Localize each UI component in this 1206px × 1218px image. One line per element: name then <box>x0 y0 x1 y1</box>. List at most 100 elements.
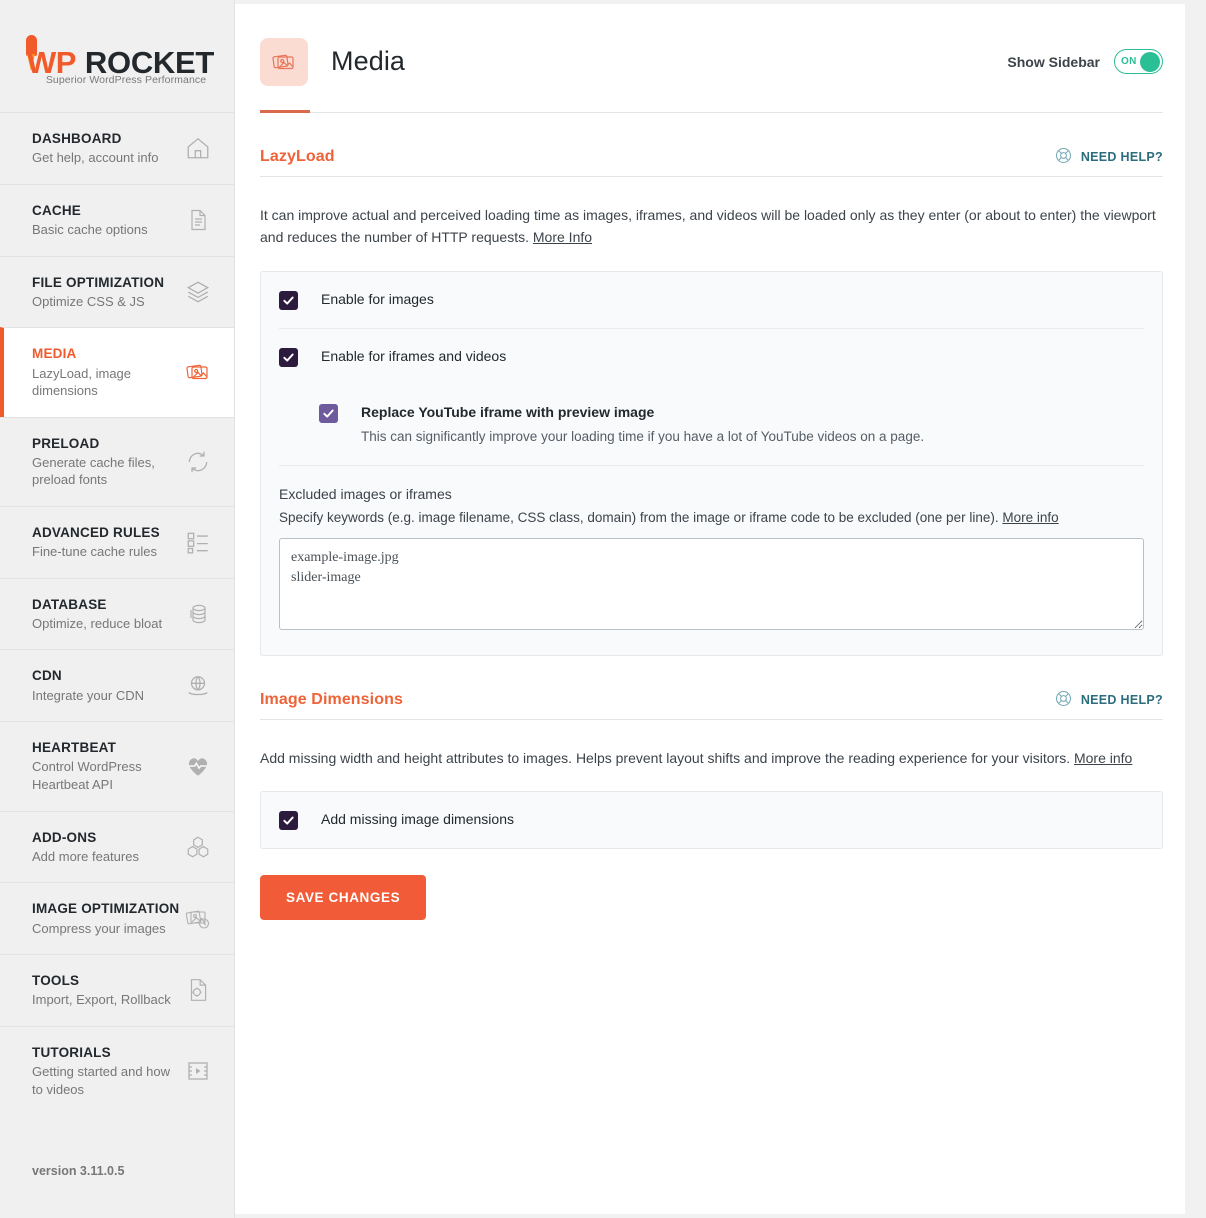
sidebar-item-sub: Basic cache options <box>32 221 148 237</box>
sidebar-item-file-optimization[interactable]: FILE OPTIMIZATION Optimize CSS & JS <box>0 255 234 328</box>
sidebar-item-sub: Fine-tune cache rules <box>32 544 158 560</box>
excluded-images-help: Specify keywords (e.g. image filename, C… <box>279 510 1144 525</box>
sidebar-item-image-optimization[interactable]: IMAGE OPTIMIZATION Compress your images <box>0 882 234 954</box>
lazyload-section-header: LazyLoad NEED HELP? <box>260 147 1163 178</box>
sidebar-item-database[interactable]: DATABASE Optimize, reduce bloat <box>0 577 234 650</box>
media-photos-icon <box>184 358 212 386</box>
sidebar-item-cache[interactable]: CACHE Basic cache options <box>0 183 234 256</box>
file-gear-icon <box>184 976 212 1004</box>
image-dimensions-section: Image Dimensions NEED HELP? Add missing … <box>260 656 1163 921</box>
checkbox-enable-for-images[interactable] <box>279 290 298 310</box>
layers-icon <box>184 278 212 306</box>
sidebar-item-dashboard[interactable]: DASHBOARD Get help, account info <box>0 112 234 184</box>
plugin-version: version 3.11.0.5 <box>32 1164 125 1178</box>
image-dimensions-options-card: Add missing image dimensions <box>260 791 1163 850</box>
cdn-globe-hand-icon <box>184 672 212 700</box>
page-header: Media Show Sidebar ON <box>260 4 1163 114</box>
video-play-icon <box>184 1057 212 1085</box>
sidebar-item-title: CACHE <box>32 202 82 218</box>
sidebar-item-title: TUTORIALS <box>32 1044 111 1060</box>
sidebar-item-sub: LazyLoad, image dimensions <box>32 365 132 399</box>
need-help-button[interactable]: NEED HELP? <box>1055 690 1163 710</box>
sidebar: WP ROCKET Superior WordPress Performance… <box>0 0 235 1218</box>
checkbox-enable-for-iframes-videos[interactable] <box>279 347 298 367</box>
document-icon <box>184 206 212 234</box>
option-enable-for-iframes-videos[interactable]: Enable for iframes and videos <box>279 327 1144 385</box>
need-help-label: NEED HELP? <box>1080 692 1163 707</box>
sidebar-item-heartbeat[interactable]: HEARTBEAT Control WordPress Heartbeat AP… <box>0 721 234 810</box>
sidebar-item-title: ADVANCED RULES <box>32 524 160 540</box>
image-dimensions-more-info-link[interactable]: More info <box>1074 750 1132 766</box>
sidebar-item-sub: Import, Export, Rollback <box>32 992 171 1008</box>
option-label: Enable for iframes and videos <box>321 347 507 364</box>
lazyload-more-info-link[interactable]: More Info <box>533 229 592 245</box>
sidebar-item-preload[interactable]: PRELOAD Generate cache files, preload fo… <box>0 416 234 506</box>
excluded-images-more-info-link[interactable]: More info <box>1002 510 1058 525</box>
option-enable-for-images[interactable]: Enable for images <box>279 272 1144 328</box>
sidebar-item-cdn[interactable]: CDN Integrate your CDN <box>0 649 234 721</box>
sidebar-item-title: DASHBOARD <box>32 131 122 146</box>
lazyload-description-text: It can improve actual and perceived load… <box>260 207 1156 245</box>
brand-logo: WP ROCKET Superior WordPress Performance <box>0 0 234 112</box>
excluded-images-label: Excluded images or iframes <box>279 485 452 502</box>
sidebar-item-media[interactable]: MEDIA LazyLoad, image dimensions <box>0 327 234 417</box>
section-title: Image Dimensions <box>260 690 403 708</box>
save-changes-button[interactable]: SAVE CHANGES <box>260 875 427 921</box>
lifebuoy-icon <box>1055 690 1072 710</box>
sidebar-item-sub: Compress your images <box>32 920 166 936</box>
option-label: Enable for images <box>321 290 434 307</box>
section-title: LazyLoad <box>260 148 335 166</box>
lazyload-options-card: Enable for images Enable for iframes and… <box>260 270 1163 656</box>
sidebar-item-title: TOOLS <box>32 973 80 989</box>
option-label: Replace YouTube iframe with preview imag… <box>361 403 655 420</box>
sidebar-item-title: HEARTBEAT <box>32 740 117 756</box>
option-description: This can significantly improve your load… <box>361 428 925 444</box>
lazyload-description: It can improve actual and perceived load… <box>260 191 1160 248</box>
checklist-icon <box>184 528 212 556</box>
sidebar-item-sub: Add more features <box>32 848 139 864</box>
sidebar-item-sub: Optimize CSS & JS <box>32 293 145 309</box>
home-icon <box>184 134 212 162</box>
show-sidebar-label: Show Sidebar <box>1007 53 1100 70</box>
toggle-knob <box>1140 51 1160 72</box>
sidebar-item-advanced-rules[interactable]: ADVANCED RULES Fine-tune cache rules <box>0 505 234 578</box>
sidebar-item-title: CDN <box>32 668 62 684</box>
app-root: WP ROCKET Superior WordPress Performance… <box>0 0 1206 1218</box>
refresh-icon <box>184 448 212 476</box>
option-label: Add missing image dimensions <box>321 811 514 828</box>
sidebar-item-title: DATABASE <box>32 596 107 612</box>
image-compress-icon <box>184 905 212 933</box>
sidebar-item-sub: Get help, account info <box>32 150 159 166</box>
sidebar-nav: DASHBOARD Get help, account info CACHE B… <box>0 112 234 1115</box>
show-sidebar-toggle[interactable]: ON <box>1114 49 1163 75</box>
blocks-icon <box>184 833 212 861</box>
lazyload-section: LazyLoad NEED HELP? It can improve actua… <box>260 113 1163 656</box>
sidebar-item-add-ons[interactable]: ADD-ONS Add more features <box>0 810 234 883</box>
excluded-images-textarea[interactable] <box>279 537 1144 630</box>
heart-pulse-icon <box>184 752 212 780</box>
main-area: Media Show Sidebar ON LazyLoad NEED HELP… <box>235 0 1206 1218</box>
brand-name-wp: WP <box>26 44 76 80</box>
need-help-label: NEED HELP? <box>1080 150 1163 165</box>
active-tab-underline <box>260 110 310 114</box>
sidebar-item-title: PRELOAD <box>32 435 100 451</box>
checkbox-replace-youtube-iframe[interactable] <box>319 403 338 423</box>
sidebar-item-title: FILE OPTIMIZATION <box>32 274 165 290</box>
sidebar-item-title: MEDIA <box>32 346 77 362</box>
page-title: Media <box>331 46 406 77</box>
content-panel: Media Show Sidebar ON LazyLoad NEED HELP… <box>235 4 1185 1214</box>
sidebar-item-title: IMAGE OPTIMIZATION <box>32 901 180 917</box>
excluded-images-help-text: Specify keywords (e.g. image filename, C… <box>279 509 999 525</box>
option-add-missing-image-dimensions[interactable]: Add missing image dimensions <box>279 792 1144 848</box>
checkbox-add-missing-image-dimensions[interactable] <box>279 811 298 831</box>
excluded-images-field: Excluded images or iframes Specify keywo… <box>279 464 1144 655</box>
sidebar-item-tools[interactable]: TOOLS Import, Export, Rollback <box>0 954 234 1026</box>
sidebar-item-sub: Generate cache files, preload fonts <box>32 454 155 488</box>
database-icon <box>184 600 212 628</box>
image-dimensions-description: Add missing width and height attributes … <box>260 734 1160 770</box>
sidebar-item-tutorials[interactable]: TUTORIALS Getting started and how to vid… <box>0 1025 234 1115</box>
media-photos-icon <box>260 37 308 86</box>
sidebar-item-sub: Optimize, reduce bloat <box>32 615 163 631</box>
option-replace-youtube-iframe[interactable]: Replace YouTube iframe with preview imag… <box>279 385 1144 465</box>
need-help-button[interactable]: NEED HELP? <box>1055 147 1163 167</box>
